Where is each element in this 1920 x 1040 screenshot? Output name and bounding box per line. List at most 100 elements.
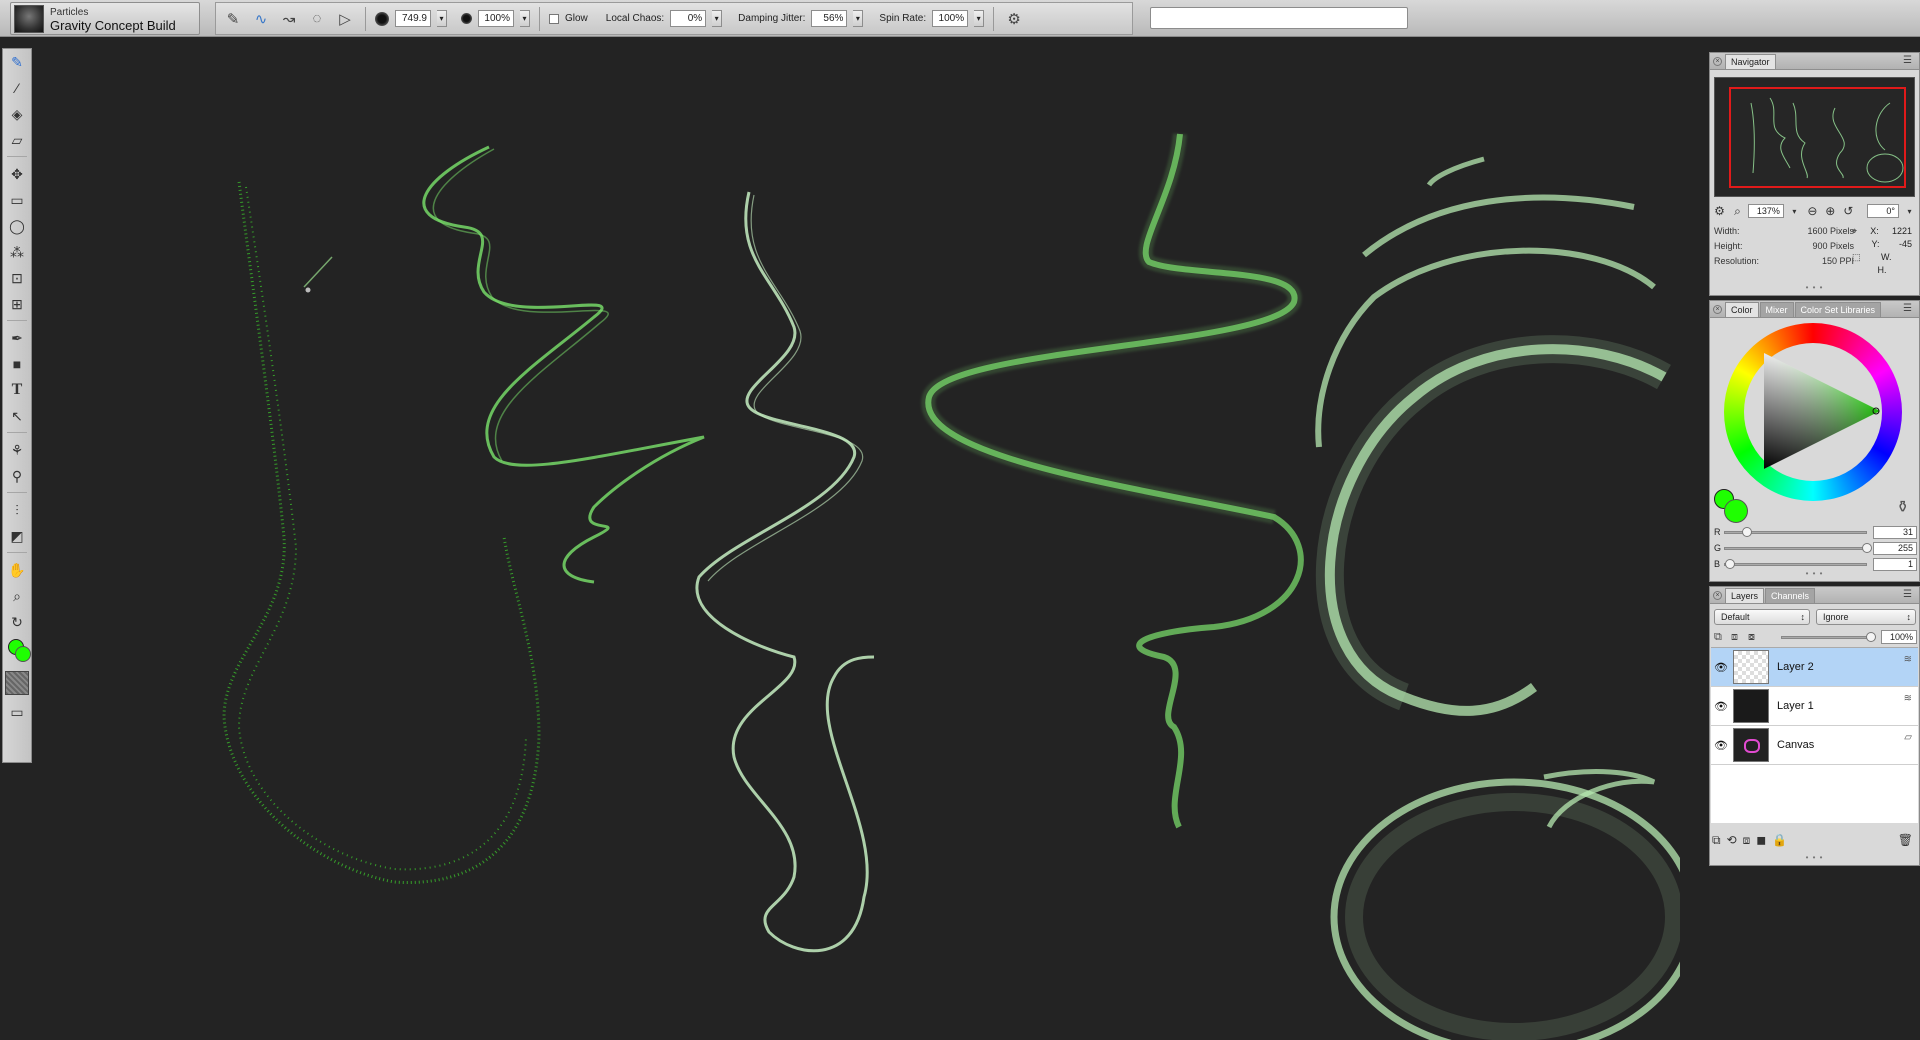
freehand-stroke-icon[interactable]: ∿ [250,8,272,30]
zoom-out-icon[interactable]: ⊖ [1805,203,1820,219]
layer-lock-transparency-icon[interactable]: ⧇ [1748,631,1762,644]
shape-tool-icon[interactable]: ■ [3,351,31,377]
blue-slider[interactable] [1724,558,1867,569]
composite-method-select[interactable]: Default [1714,609,1810,625]
zoom-dropdown-icon[interactable]: ▾ [1787,203,1802,219]
spin-rate-dropdown-icon[interactable]: ▾ [974,10,985,27]
brush-controls-icon[interactable]: ⚙ [1003,8,1025,30]
layer-opacity-field[interactable]: 100% [1881,630,1917,644]
layer-row[interactable]: 👁 Layer 2 ≋ [1711,648,1918,687]
grabber-tool-icon[interactable]: ✋ [3,557,31,583]
color-stamp-icon[interactable]: ⚱ [1896,497,1909,517]
brush-ghost-icon[interactable]: ▷ [334,8,356,30]
tab-layers[interactable]: Layers [1725,588,1765,603]
rotate-reset-icon[interactable]: ↺ [1841,203,1856,219]
close-icon[interactable]: × [1713,591,1722,600]
hue-ring[interactable] [1724,323,1902,501]
gear-icon[interactable]: ⚙ [1712,203,1727,219]
paper-selector[interactable] [5,671,29,695]
screen-mode-icon[interactable]: ▭ [3,699,31,725]
magnifier-tool-icon[interactable]: ⌕ [3,583,31,609]
eye-icon[interactable]: 👁 [1711,700,1731,713]
layer-opacity-slider[interactable] [1781,631,1876,642]
zoom-in-icon[interactable]: ⊕ [1823,203,1838,219]
panel-resize-grip[interactable]: • • • [1710,570,1919,579]
local-chaos-field[interactable]: 0% [670,10,707,27]
blue-slider-thumb[interactable] [1725,558,1735,569]
panel-menu-icon[interactable]: ☰ [1903,304,1915,314]
dynamic-plugins-icon[interactable]: ⟲ [1727,833,1737,847]
tab-mixer[interactable]: Mixer [1759,302,1794,317]
navigator-viewport-rect[interactable] [1729,87,1906,188]
dropper-tool-icon[interactable]: ⁄ [3,75,31,101]
close-icon[interactable]: × [1713,305,1722,314]
lasso-tool-icon[interactable]: ◯ [3,213,31,239]
search-input[interactable] [1150,7,1408,29]
rubber-stamp-tool-icon[interactable]: ⚲ [3,463,31,489]
new-layer-icon[interactable]: ⧈ [1743,833,1751,848]
close-icon[interactable]: × [1713,57,1722,66]
cloner-tool-icon[interactable]: ⚘ [3,437,31,463]
brush-tool-icon[interactable]: ✎ [3,49,31,75]
panel-resize-grip[interactable]: • • • [1710,854,1919,863]
stroke-attribute-icon[interactable]: ◌ [306,8,328,30]
spin-rate-field[interactable]: 100% [932,10,969,27]
red-value-field[interactable]: 31 [1873,525,1917,539]
green-slider-thumb[interactable] [1861,542,1872,553]
color-swatches[interactable] [3,635,31,667]
eye-icon[interactable]: 👁 [1711,739,1731,752]
perspective-guides-tool-icon[interactable]: ◩ [3,523,31,549]
zoom-field[interactable]: 137% [1747,204,1784,218]
red-slider-thumb[interactable] [1741,526,1752,537]
layer-row[interactable]: 👁 Layer 1 ≋ [1711,687,1918,726]
panel-menu-icon[interactable]: ☰ [1903,590,1915,600]
tab-navigator[interactable]: Navigator [1725,54,1776,69]
lock-icon[interactable]: 🔒 [1772,833,1787,847]
panel-resize-grip[interactable]: • • • [1710,284,1919,293]
transform-tool-icon[interactable]: ⊡ [3,265,31,291]
reset-tool-icon[interactable]: ✎ [222,8,244,30]
glow-checkbox[interactable] [549,13,559,24]
tab-channels[interactable]: Channels [1765,588,1816,603]
additional-color-swatch[interactable] [15,646,31,662]
layer-opacity-thumb[interactable] [1866,631,1876,642]
red-slider[interactable] [1724,526,1867,537]
drawing-canvas[interactable] [34,37,1706,1040]
mirror-tool-icon[interactable]: ⫶ [3,497,31,523]
magic-wand-tool-icon[interactable]: ⁂ [3,239,31,265]
crop-tool-icon[interactable]: ⊞ [3,291,31,317]
magnifier-icon[interactable]: ⌕ [1730,203,1745,219]
layer-commands-icon[interactable]: ⧉ [1712,833,1721,848]
paint-bucket-tool-icon[interactable]: ◈ [3,101,31,127]
additional-color-swatch[interactable] [1724,499,1748,523]
navigator-preview[interactable] [1714,77,1915,197]
layer-visibility-mask-icon[interactable]: ⧉ [1714,631,1728,644]
rotation-field[interactable]: 0° [1866,204,1899,218]
rotation-dropdown-icon[interactable]: ▾ [1902,203,1917,219]
damping-jitter-dropdown-icon[interactable]: ▾ [853,10,864,27]
rectangle-selection-tool-icon[interactable]: ▭ [3,187,31,213]
brush-selector[interactable]: Particles Gravity Concept Build [10,2,200,35]
layer-pick-up-icon[interactable]: ⧈ [1731,631,1745,644]
eye-icon[interactable]: 👁 [1711,661,1731,674]
size-field[interactable]: 749.9 [395,10,431,27]
layer-adjuster-tool-icon[interactable]: ✥ [3,161,31,187]
rotate-page-tool-icon[interactable]: ↻ [3,609,31,635]
tab-color[interactable]: Color [1725,302,1759,317]
opacity-field[interactable]: 100% [478,10,514,27]
opacity-dropdown-icon[interactable]: ▾ [520,10,530,27]
text-tool-icon[interactable]: T [3,377,31,403]
trash-icon[interactable]: 🗑 [1898,833,1913,847]
straight-line-stroke-icon[interactable]: ↝ [278,8,300,30]
layer-row[interactable]: 👁 Canvas ▱ [1711,726,1918,765]
damping-jitter-field[interactable]: 56% [811,10,848,27]
shape-selection-tool-icon[interactable]: ↖ [3,403,31,429]
size-dropdown-icon[interactable]: ▾ [437,10,447,27]
eraser-tool-icon[interactable]: ▱ [3,127,31,153]
panel-menu-icon[interactable]: ☰ [1903,56,1915,66]
green-slider[interactable] [1724,542,1872,553]
pen-tool-icon[interactable]: ✒ [3,325,31,351]
composite-depth-select[interactable]: Ignore [1816,609,1916,625]
saturation-value-triangle[interactable] [1742,341,1884,483]
layer-mask-icon[interactable]: ◼ [1756,833,1766,847]
